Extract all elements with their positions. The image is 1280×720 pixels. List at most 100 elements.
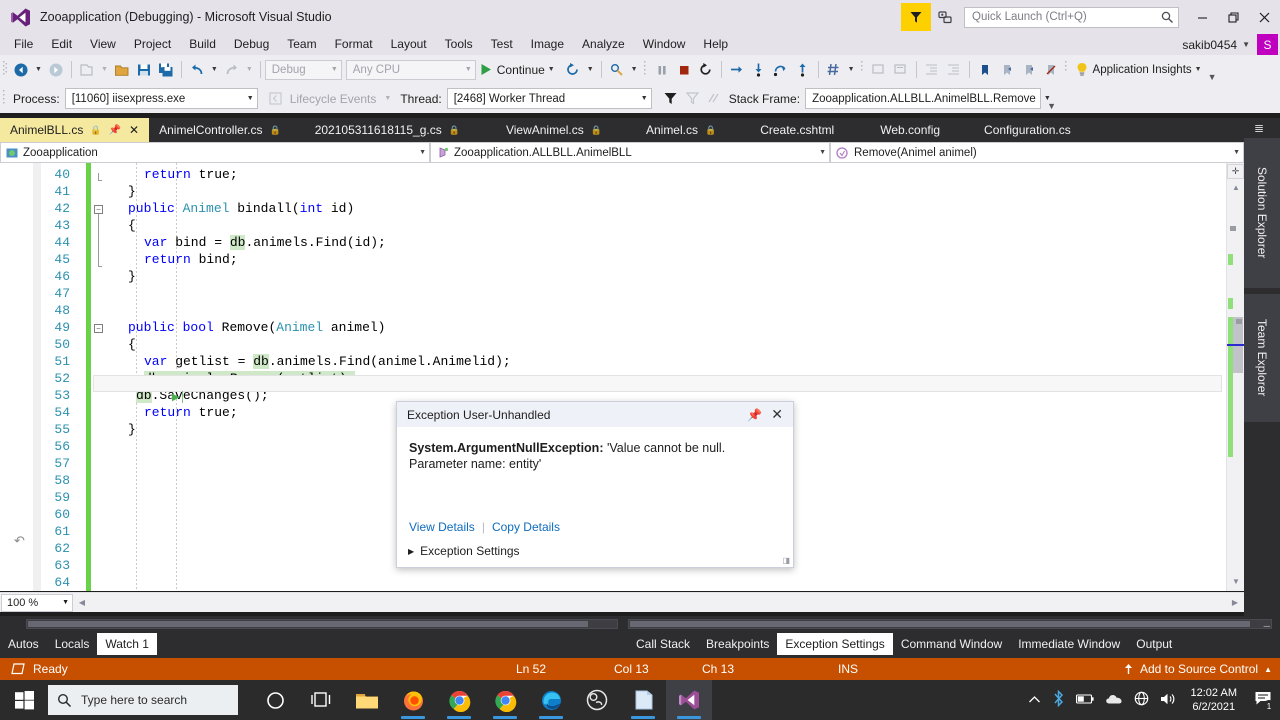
panel-minimize-icon[interactable]: ─ xyxy=(1264,621,1270,631)
toolbar-grip[interactable] xyxy=(1064,60,1072,79)
tab-watch-1[interactable]: Watch 1 xyxy=(97,633,157,655)
tab-autos[interactable]: Autos xyxy=(0,633,47,655)
quick-launch-input[interactable]: Quick Launch (Ctrl+Q) xyxy=(964,6,1179,28)
filter-icon[interactable] xyxy=(660,88,682,110)
run-to-cursor-icon[interactable]: ▶│ xyxy=(172,392,186,403)
toolbar-grip[interactable] xyxy=(3,60,10,79)
save-all-icon[interactable] xyxy=(155,59,177,81)
scroll-down-arrow-icon[interactable]: ▼ xyxy=(1227,573,1245,589)
feedback-funnel-icon[interactable] xyxy=(901,3,931,31)
code-line[interactable]: } xyxy=(0,269,1244,286)
show-next-statement-icon[interactable] xyxy=(726,59,748,81)
code-line[interactable]: return true; xyxy=(0,167,1244,184)
hash-icon[interactable] xyxy=(823,59,845,81)
close-icon[interactable]: ✕ xyxy=(129,123,139,137)
tab-viewanimel-cs[interactable]: ViewAnimel.cs 🔒 xyxy=(483,118,624,142)
navigate-back-dropdown[interactable]: ▼ xyxy=(32,66,45,73)
scrollbar-thumb[interactable] xyxy=(28,621,588,627)
volume-icon[interactable] xyxy=(1160,692,1176,709)
menu-window[interactable]: Window xyxy=(634,34,695,55)
menu-layout[interactable]: Layout xyxy=(382,34,436,55)
menu-edit[interactable]: Edit xyxy=(42,34,81,55)
menu-build[interactable]: Build xyxy=(180,34,225,55)
attach-to-process-icon[interactable] xyxy=(606,59,628,81)
exception-helper-popup[interactable]: Exception User-Unhandled 📌 ✕ System.Argu… xyxy=(396,401,794,568)
output-horizontal-scrollbar[interactable] xyxy=(628,619,1272,629)
notifications-icon[interactable] xyxy=(931,3,959,31)
code-line[interactable]: public Animel bindall(int id) xyxy=(0,201,1244,218)
resize-grip[interactable]: ◨ xyxy=(782,556,790,565)
scroll-right-arrow-icon[interactable]: ▶ xyxy=(1227,594,1243,612)
app-insights-dropdown[interactable]: ▼ xyxy=(1192,66,1205,73)
chevron-up-icon[interactable] xyxy=(1028,693,1041,707)
thread-combo[interactable]: [2468] Worker Thread ▼ xyxy=(446,88,652,109)
tab-animelbll-cs[interactable]: AnimelBLL.cs 🔒 📌 ✕ xyxy=(0,118,150,142)
stop-debugging-icon[interactable] xyxy=(673,59,695,81)
menu-team[interactable]: Team xyxy=(278,34,325,55)
exception-settings-expander[interactable]: ▶ Exception Settings xyxy=(408,544,520,558)
menu-project[interactable]: Project xyxy=(125,34,180,55)
menu-file[interactable]: File xyxy=(5,34,42,55)
tab-migration-cs[interactable]: 202105311618115_g.cs 🔒 xyxy=(290,118,484,142)
pause-icon[interactable] xyxy=(651,59,673,81)
watch-horizontal-scrollbar[interactable] xyxy=(26,619,618,629)
user-name[interactable]: sakib0454 xyxy=(1182,38,1237,52)
menu-test[interactable]: Test xyxy=(482,34,522,55)
toolbar-overflow-button[interactable]: ▼ xyxy=(1047,101,1056,113)
restore-button[interactable] xyxy=(1218,1,1249,33)
scroll-left-arrow-icon[interactable]: ◀ xyxy=(74,594,90,612)
scrollbar-thumb[interactable] xyxy=(630,621,1250,627)
avatar[interactable]: S xyxy=(1257,34,1278,55)
step-out-icon[interactable] xyxy=(792,59,814,81)
code-line[interactable]: } xyxy=(0,184,1244,201)
process-combo[interactable]: [11060] iisexpress.exe ▼ xyxy=(64,88,258,109)
editor-horizontal-scrollbar[interactable]: ◀ ▶ xyxy=(74,594,1243,612)
minimize-button[interactable] xyxy=(1187,1,1218,33)
tab-create-cshtml[interactable]: Create.cshtml xyxy=(738,118,857,142)
continue-dropdown[interactable]: ▼ xyxy=(545,66,558,73)
task-view-icon[interactable] xyxy=(298,680,344,720)
tab-breakpoints[interactable]: Breakpoints xyxy=(698,633,777,655)
hash-dropdown[interactable]: ▼ xyxy=(845,66,858,73)
firefox-icon[interactable] xyxy=(390,680,436,720)
toolbar-grip[interactable] xyxy=(643,60,651,79)
restart-icon[interactable] xyxy=(695,59,717,81)
bookmark-icon[interactable] xyxy=(974,59,996,81)
editor-splitter-handle[interactable]: ✛ xyxy=(1227,164,1244,179)
onedrive-cloud-icon[interactable] xyxy=(1105,693,1123,708)
windows-start-icon[interactable] xyxy=(0,680,48,720)
hot-reload-icon[interactable] xyxy=(562,59,584,81)
tab-command-window[interactable]: Command Window xyxy=(893,633,1010,655)
chevron-down-icon[interactable]: ▼ xyxy=(1242,40,1250,49)
collapse-box-bindall[interactable]: − xyxy=(94,205,103,214)
word-icon[interactable] xyxy=(620,680,666,720)
save-icon[interactable] xyxy=(133,59,155,81)
menu-analyze[interactable]: Analyze xyxy=(573,34,634,55)
tab-exception-settings[interactable]: Exception Settings xyxy=(777,633,893,655)
copy-details-link[interactable]: Copy Details xyxy=(492,520,560,534)
scroll-up-arrow-icon[interactable]: ▲ xyxy=(1227,179,1245,195)
menu-tools[interactable]: Tools xyxy=(436,34,482,55)
chrome-icon[interactable] xyxy=(482,680,528,720)
visual-studio-icon[interactable] xyxy=(666,680,712,720)
network-globe-icon[interactable] xyxy=(1134,691,1149,709)
pin-icon[interactable]: 📌 xyxy=(747,408,762,422)
tab-web-config[interactable]: Web.config xyxy=(856,118,965,142)
code-line[interactable]: var getlist = db.animels.Find(animel.Ani… xyxy=(0,354,1244,371)
navbar-type-combo[interactable]: Zooapplication.ALLBLL.AnimelBLL ▼ xyxy=(430,142,830,163)
obs-studio-icon[interactable] xyxy=(574,680,620,720)
code-line[interactable]: public bool Remove(Animel animel) xyxy=(0,320,1244,337)
tab-output[interactable]: Output xyxy=(1128,633,1180,655)
tab-configuration-cs[interactable]: Configuration.cs xyxy=(964,118,1091,142)
solution-configuration-combo[interactable]: Debug ▼ xyxy=(264,59,342,80)
toolbar-grip[interactable] xyxy=(860,60,868,79)
zoom-level-combo[interactable]: 100 % ▼ xyxy=(1,593,73,612)
sidebar-tab-team-explorer[interactable]: Team Explorer xyxy=(1244,294,1280,422)
application-insights-button[interactable]: Application Insights ▼ xyxy=(1072,62,1208,77)
tab-animelcontroller-cs[interactable]: AnimelController.cs 🔒 xyxy=(149,118,291,142)
menu-help[interactable]: Help xyxy=(694,34,737,55)
chevron-up-icon[interactable]: ▲ xyxy=(1264,665,1272,674)
attach-dropdown[interactable]: ▼ xyxy=(628,66,641,73)
menu-view[interactable]: View xyxy=(81,34,125,55)
undo-icon[interactable] xyxy=(186,59,208,81)
